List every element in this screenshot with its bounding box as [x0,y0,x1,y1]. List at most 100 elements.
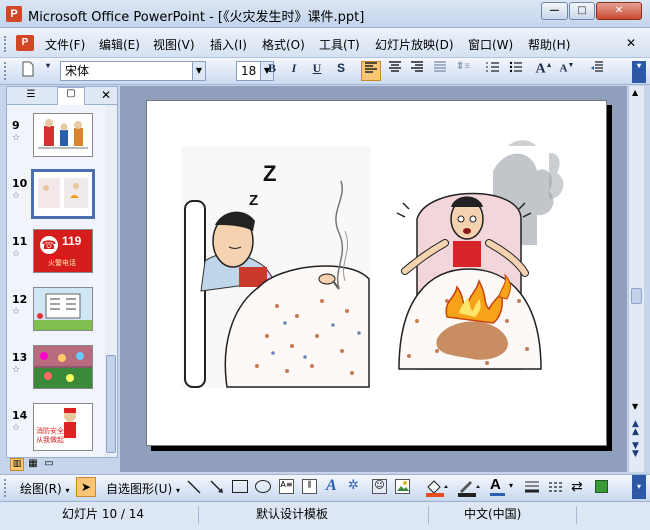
fill-color-icon[interactable] [424,477,448,500]
vertical-textbox-icon[interactable]: ⫼ [302,479,317,494]
slide-number: 11 [12,235,28,248]
menu-format[interactable]: 格式(O) [262,36,305,53]
scroll-up-icon[interactable]: ▲ [632,88,638,97]
diagram-icon[interactable]: ✲ [348,478,359,493]
title-bar: P Microsoft Office PowerPoint - [《火灾发生时》… [0,0,650,28]
status-divider [576,506,577,524]
toolbar-options-icon[interactable]: ▾ [632,61,646,83]
minimize-button[interactable]: — [541,2,568,20]
menu-window[interactable]: 窗口(W) [468,36,513,53]
close-document-icon[interactable]: ✕ [626,36,636,50]
scrollbar-thumb[interactable] [106,355,116,453]
slide-thumbnail[interactable] [33,287,93,331]
menu-slideshow[interactable]: 幻灯片放映(D) [375,36,454,53]
font-name-combo[interactable]: 宋体 ▼ [60,61,206,81]
document-icon[interactable]: P [16,35,34,51]
italic-button[interactable]: I [284,61,304,81]
design-template: 默认设计模板 [256,507,329,521]
slides-pane: ☰ ▢ ✕ 9 ☆ 10 ☆ 11 ☆ ☎ 119 火警电话 12 ☆ 13 ☆… [6,86,118,458]
chevron-down-icon[interactable]: ▼ [192,62,205,80]
slide-number: 9 [12,119,20,132]
textbox-tool-icon[interactable]: A≡ [279,479,294,494]
shadow-button[interactable]: S [331,61,351,81]
powerpoint-icon[interactable]: P [6,6,22,22]
clip-art-icon[interactable]: ☺ [372,479,387,494]
new-document-icon[interactable] [18,61,38,81]
wordart-icon[interactable]: A [326,477,337,495]
slideshow-icon[interactable]: ▭ [42,458,56,471]
close-pane-icon[interactable]: ✕ [101,88,111,102]
arrow-style-icon[interactable]: ⇄ [571,479,583,495]
slides-tab-icon[interactable]: ▢ [57,87,85,105]
toolbar-overflow-icon[interactable]: ▾ [38,61,58,81]
increase-font-button[interactable]: A▲ [534,61,554,81]
slide-number: 14 [12,409,28,422]
menu-grip[interactable] [4,36,8,52]
select-pointer-icon[interactable]: ➤ [76,477,96,497]
slide-thumbnail-selected[interactable] [31,169,95,219]
menu-help[interactable]: 帮助(H) [528,36,570,53]
toolbar-grip[interactable] [4,62,8,80]
status-divider [198,506,199,524]
animation-star-icon: ☆ [12,191,21,201]
numbering-button[interactable] [483,61,503,81]
arrow-tool-icon[interactable] [209,479,225,498]
scroll-down-icon[interactable]: ▼ [632,402,638,411]
menu-insert[interactable]: 插入(I) [210,36,247,53]
line-tool-icon[interactable] [186,479,202,498]
bullets-button[interactable] [506,61,526,81]
normal-view-icon[interactable]: ▥ [10,458,24,471]
previous-slide-icon[interactable]: ▲ ▲ [632,420,639,437]
thumb-text: 火警电话 [48,259,76,267]
slide-thumbnail[interactable]: ☎ 119 火警电话 [33,229,93,273]
svg-text:Z: Z [249,192,258,209]
next-slide-icon[interactable]: ▼ ▼ [632,442,639,459]
slide-thumbnail[interactable] [33,113,93,157]
close-window-button[interactable]: ✕ [596,2,642,20]
align-left-button[interactable] [361,61,381,81]
dash-style-icon[interactable] [548,479,564,498]
pane-tabs: ☰ ▢ ✕ [7,87,117,105]
rectangle-tool-icon[interactable] [232,480,248,493]
slide-scrollbar[interactable]: ▲ ▼ ▲ ▲ ▼ ▼ [628,86,644,472]
distribute-button[interactable] [430,61,450,81]
maximize-button[interactable]: □ [569,2,595,20]
thumb-text: 从我做起 [36,436,64,444]
chevron-down-icon[interactable]: ▾ [509,481,513,490]
toolbar-options-icon[interactable]: ▾ [632,475,646,499]
line-spacing-icon[interactable]: ⇕≡ [453,61,473,81]
outline-tab-icon[interactable]: ☰ [21,89,41,102]
font-color-icon[interactable]: A [490,476,505,496]
svg-text:Z: Z [263,161,276,186]
align-right-button[interactable] [407,61,427,81]
status-bar: 幻灯片 10 / 14 默认设计模板 中文(中国) [0,501,650,530]
insert-picture-icon[interactable] [395,479,410,494]
animation-star-icon: ☆ [12,133,21,143]
line-color-icon[interactable] [456,477,480,500]
slide-thumbnail[interactable]: 消防安全 从我做起 [33,403,93,451]
line-style-icon[interactable] [524,479,540,498]
scrollbar-thumb[interactable] [631,288,642,304]
current-slide[interactable]: Z Z [146,100,607,446]
menu-view[interactable]: 视图(V) [153,36,195,53]
shadow-style-icon[interactable] [595,480,608,493]
thumb-text: 119 [62,234,82,248]
animation-star-icon: ☆ [12,365,21,375]
draw-menu-button[interactable]: 绘图(R) ▾ [20,480,70,497]
underline-button[interactable]: U [307,61,327,81]
decrease-font-button[interactable]: A▼ [557,61,577,81]
oval-tool-icon[interactable] [255,480,271,493]
decrease-indent-button[interactable] [587,61,607,81]
bold-button[interactable]: B [262,61,282,81]
menu-file[interactable]: 文件(F) [45,36,85,53]
toolbar-grip[interactable] [4,479,8,497]
slide-thumbnail[interactable] [33,345,93,389]
thumbnail-scrollbar[interactable] [105,105,117,457]
menu-edit[interactable]: 编辑(E) [99,36,140,53]
menu-tools[interactable]: 工具(T) [319,36,360,53]
status-divider [428,506,429,524]
align-center-button[interactable] [385,61,405,81]
autoshapes-button[interactable]: 自选图形(U) ▾ [106,480,180,497]
slide-sorter-icon[interactable]: ▦ [26,458,40,471]
window-title: Microsoft Office PowerPoint - [《火灾发生时》课件… [28,10,365,25]
